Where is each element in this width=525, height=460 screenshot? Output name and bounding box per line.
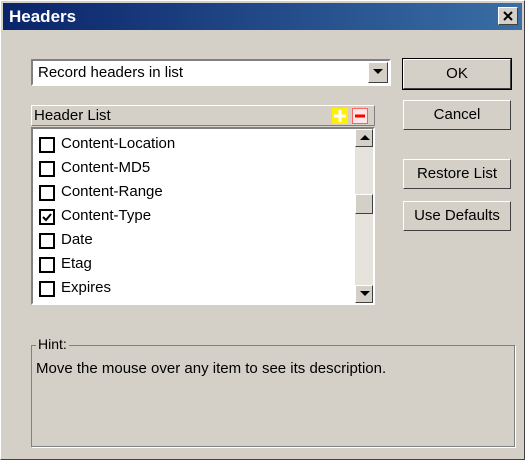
scrollbar-thumb[interactable] xyxy=(355,194,373,214)
checkbox[interactable] xyxy=(39,281,55,297)
plus-icon xyxy=(334,110,346,122)
mode-select-value: Record headers in list xyxy=(38,64,184,81)
remove-header-button[interactable] xyxy=(352,108,368,124)
header-list-toolbar: Header List xyxy=(31,105,375,126)
checkbox[interactable] xyxy=(39,233,55,249)
close-button[interactable] xyxy=(498,7,518,25)
hint-groupbox: Hint: Move the mouse over any item to se… xyxy=(31,336,515,447)
mode-select[interactable]: Record headers in list xyxy=(31,59,391,86)
minus-icon xyxy=(355,114,365,118)
checkbox[interactable] xyxy=(39,257,55,273)
chevron-down-icon xyxy=(360,291,370,296)
chevron-down-icon xyxy=(373,69,383,74)
list-item-label: Content-Type xyxy=(61,207,152,224)
dialog-title: Headers xyxy=(9,7,77,26)
vertical-scrollbar[interactable] xyxy=(355,129,373,303)
list-item-label: Content-Range xyxy=(61,183,163,200)
chevron-up-icon xyxy=(360,135,370,140)
list-item-label: Etag xyxy=(61,255,92,272)
list-item-label: Date xyxy=(61,231,93,248)
ok-button[interactable]: OK xyxy=(402,58,512,90)
list-item-label: Expires xyxy=(61,279,112,296)
checkbox[interactable] xyxy=(39,161,55,177)
restore-list-button[interactable]: Restore List xyxy=(403,159,511,189)
title-bar: Headers xyxy=(3,3,522,30)
checkbox[interactable] xyxy=(39,185,55,201)
checkbox[interactable] xyxy=(39,137,55,153)
list-item-label: Content-MD5 xyxy=(61,159,151,176)
header-list[interactable]: Content-Location Content-MD5 Content-Ran… xyxy=(31,127,375,305)
add-header-button[interactable] xyxy=(332,108,348,124)
checkbox-checked[interactable] xyxy=(39,209,55,225)
scroll-down-button[interactable] xyxy=(355,285,373,303)
close-icon xyxy=(503,11,513,21)
header-list-label: Header List xyxy=(34,107,111,124)
cancel-button[interactable]: Cancel xyxy=(403,100,511,130)
checkmark-icon xyxy=(42,213,52,222)
mode-select-dropdown-button[interactable] xyxy=(368,62,388,83)
list-item-label: Content-Location xyxy=(61,135,176,152)
hint-label: Hint: xyxy=(36,336,69,352)
headers-dialog: Headers Record headers in list OK Cancel… xyxy=(0,0,525,460)
hint-text: Move the mouse over any item to see its … xyxy=(36,360,387,377)
use-defaults-button[interactable]: Use Defaults xyxy=(403,201,511,231)
scroll-up-button[interactable] xyxy=(355,129,373,147)
